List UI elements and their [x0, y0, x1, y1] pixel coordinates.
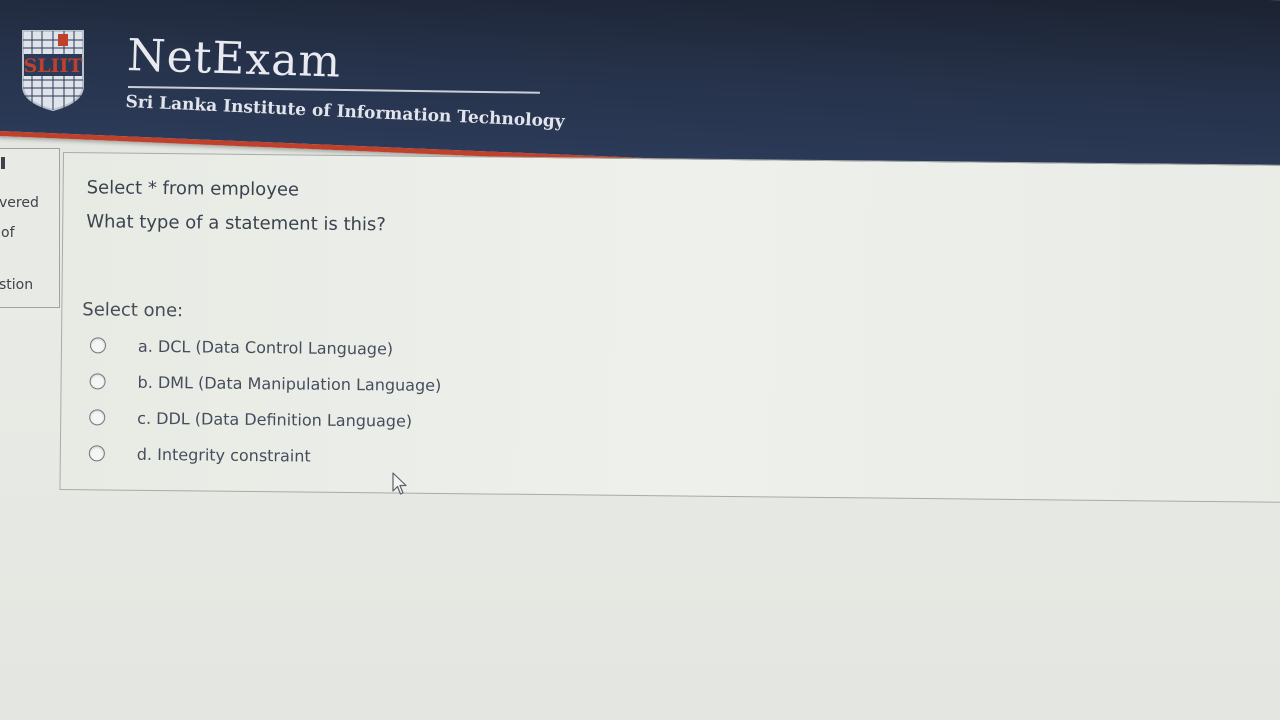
header-top-edge — [0, 0, 1280, 3]
info-line-answered: vered — [0, 195, 39, 211]
info-line-flag-question[interactable]: stion — [0, 277, 33, 293]
option-label: d. Integrity constraint — [136, 444, 311, 466]
option-label: b. DML (Data Manipulation Language) — [137, 372, 442, 395]
answer-option-d[interactable]: d. Integrity constraint — [88, 439, 311, 469]
option-label: c. DDL (Data Definition Language) — [137, 408, 413, 431]
question-sql: Select * from employee — [86, 177, 300, 201]
app-title: NetExam — [126, 30, 343, 88]
select-one-prompt: Select one: — [82, 299, 184, 322]
info-marker — [1, 157, 5, 169]
answer-option-c[interactable]: c. DDL (Data Definition Language) — [89, 403, 412, 434]
answer-option-b[interactable]: b. DML (Data Manipulation Language) — [89, 367, 441, 399]
sliit-logo-icon: SLIIT — [22, 30, 84, 112]
question-text: What type of a statement is this? — [86, 211, 387, 236]
info-line-marked: of — [1, 225, 15, 241]
logo-text: SLIIT — [24, 55, 83, 77]
radio-button-icon[interactable] — [89, 337, 107, 354]
radio-button-icon[interactable] — [89, 373, 106, 390]
mouse-pointer-icon — [392, 472, 407, 495]
question-info-box: vered of stion — [0, 148, 60, 308]
screen: SLIIT NetExam Sri Lanka Institute of Inf… — [0, 0, 1280, 720]
radio-button-icon[interactable] — [89, 409, 106, 426]
question-card: Select * from employee What type of a st… — [59, 152, 1280, 504]
radio-button-icon[interactable] — [88, 445, 105, 462]
answer-option-a[interactable]: a. DCL (Data Control Language) — [89, 331, 394, 362]
option-label: a. DCL (Data Control Language) — [137, 336, 394, 358]
